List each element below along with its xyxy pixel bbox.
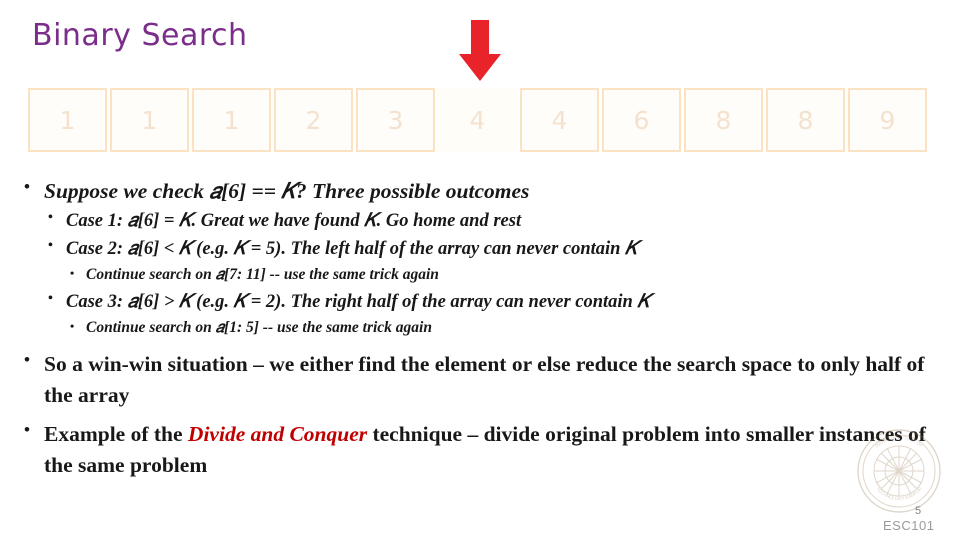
bullet-item-case-2-continue: • Continue search on 𝑎[7: 11] -- use the… xyxy=(66,263,948,288)
divide-conquer-pre: Example of the xyxy=(44,422,188,447)
bullet-text: Example of the Divide and Conquer techni… xyxy=(44,419,948,480)
bullet-text: Case 1: 𝑎[6] = 𝐾. Great we have found 𝐾.… xyxy=(66,210,522,231)
bullet-icon: • xyxy=(48,209,53,225)
bullet-text: Case 2: 𝑎[6] < 𝐾 (e.g. 𝐾 = 5). The left … xyxy=(66,238,638,259)
array-cell: 8 xyxy=(766,88,845,152)
bullet-text: Suppose we check 𝑎[6] == 𝐾? Three possib… xyxy=(44,179,530,203)
divide-conquer-emphasis: Divide and Conquer xyxy=(187,422,368,447)
bullet-item-win-win: • So a win-win situation – we either fin… xyxy=(18,349,948,410)
bullet-icon: • xyxy=(48,237,53,253)
bullet-text: Continue search on 𝑎[7: 11] -- use the s… xyxy=(86,265,439,283)
bullet-item-check-mid: • Suppose we check 𝑎[6] == 𝐾? Three poss… xyxy=(18,176,948,340)
array-cell: 1 xyxy=(110,88,189,152)
bullet-icon: • xyxy=(70,265,75,280)
bullet-item-case-3: • Case 3: 𝑎[6] > 𝐾 (e.g. 𝐾 = 2). The rig… xyxy=(44,288,948,341)
array-cell: 1 xyxy=(192,88,271,152)
down-arrow-icon xyxy=(458,20,502,82)
bullet-icon: • xyxy=(70,318,75,333)
bullet-item-case-2: • Case 2: 𝑎[6] < 𝐾 (e.g. 𝐾 = 5). The lef… xyxy=(44,235,948,288)
bullet-icon: • xyxy=(24,350,30,370)
bullet-icon: • xyxy=(24,420,30,440)
bullet-text: So a win-win situation – we either find … xyxy=(44,352,925,407)
bullet-text: Case 3: 𝑎[6] > 𝐾 (e.g. 𝐾 = 2). The right… xyxy=(66,291,650,312)
array-cell: 1 xyxy=(28,88,107,152)
array-cell-highlighted: 4 xyxy=(438,88,517,152)
bullet-item-case-3-continue: • Continue search on 𝑎[1: 5] -- use the … xyxy=(66,316,948,341)
institute-seal-icon: INDIAN INSTITUTE OF TECHNOLOGY KANPUR xyxy=(856,428,942,514)
array-cell: 4 xyxy=(520,88,599,152)
array-cell: 3 xyxy=(356,88,435,152)
array-cell: 9 xyxy=(848,88,927,152)
slide-body: • Suppose we check 𝑎[6] == 𝐾? Three poss… xyxy=(18,176,948,482)
array-cell: 2 xyxy=(274,88,353,152)
page-title: Binary Search xyxy=(32,18,248,53)
array-visualization: 1 1 1 2 3 4 4 6 8 8 9 xyxy=(28,88,927,152)
bullet-item-case-1: • Case 1: 𝑎[6] = 𝐾. Great we have found … xyxy=(44,207,948,235)
array-cell: 6 xyxy=(602,88,681,152)
slide-number: 5 xyxy=(915,505,922,517)
bullet-icon: • xyxy=(48,290,53,306)
bullet-text: Continue search on 𝑎[1: 5] -- use the sa… xyxy=(86,318,432,336)
array-cell: 8 xyxy=(684,88,763,152)
bullet-icon: • xyxy=(24,177,30,196)
bullet-item-divide-conquer: • Example of the Divide and Conquer tech… xyxy=(18,419,948,480)
course-code: ESC101 xyxy=(883,518,935,533)
